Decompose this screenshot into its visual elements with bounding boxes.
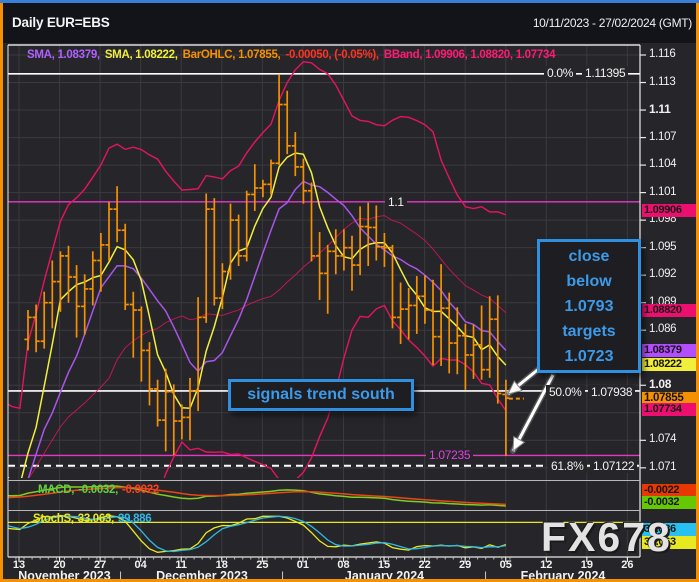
price-badge: 1.08222 [642, 358, 698, 372]
chart-window: Daily EUR=EBS 10/11/2023 - 27/02/2024 (G… [0, 0, 699, 582]
legend-row: SMA, 1.08379, SMA, 1.08222, BarOHLC, 1.078… [27, 49, 560, 61]
window-border-left [0, 3, 3, 582]
price-tick-label: 1.113 [649, 75, 676, 88]
price-tick-label: 1.071 [649, 460, 677, 473]
date-range-label: 10/11/2023 - 27/02/2024 (GMT) [532, 16, 692, 30]
price-tick-label: 1.11 [649, 102, 671, 117]
fib-50-pct-label: 50.0% [546, 385, 585, 399]
indicator-value: -0.0022 [122, 484, 159, 496]
watermark: FX678 [541, 514, 672, 560]
title-bar[interactable]: Daily EUR=EBS 10/11/2023 - 27/02/2024 (G… [3, 3, 696, 43]
price-tick-label: 1.092 [649, 268, 677, 281]
stoch-legend: StochS, 33.063, 39.886 [33, 513, 155, 525]
macd-badge: -0.0032 [642, 496, 698, 509]
legend-item: BBand, 1.09906, 1.08820, 1.07734 [383, 49, 556, 61]
price-tick-label: 1.116 [649, 48, 676, 60]
price-tick-label: 1.101 [649, 185, 677, 198]
annotation-line: 1.0793 [564, 298, 614, 315]
price-tick-label: 1.086 [649, 323, 677, 336]
price-badge: 1.09906 [642, 203, 698, 217]
legend-item: SMA, 1.08379, [27, 49, 100, 61]
price-tick-label: 1.107 [649, 130, 677, 143]
price-tick-label: 1.08 [649, 377, 672, 392]
indicator-value: 33.063, [77, 513, 115, 525]
annotation-close-below-target[interactable]: close below 1.0793 targets 1.0723 [537, 239, 641, 373]
indicator-value: -0.0032, [78, 484, 119, 496]
price-tick-label: 1.095 [649, 240, 677, 253]
hline-1-1-label: 1.1 [385, 195, 407, 209]
fib-0-value-label: 1.11395 [582, 66, 629, 80]
price-tick-label: 1.074 [649, 433, 677, 446]
price-badge: 1.08379 [642, 343, 698, 357]
legend-item: -0.00050, (-0.05%), [285, 49, 379, 61]
indicator-value: StochS, [33, 513, 74, 525]
fib-618-value-label: 1.07122 [590, 459, 638, 473]
annotation-trend-south[interactable]: signals trend south [228, 379, 414, 411]
legend-item: BarOHLC, 1.07855, [182, 49, 281, 61]
chart-title: Daily EUR=EBS [12, 15, 110, 30]
indicator-value: MACD, [38, 484, 75, 496]
window-border-top [0, 0, 699, 3]
annotation-line: targets [562, 323, 616, 340]
hline-107235-label: 1.07235 [426, 448, 474, 462]
price-tick-label: 1.104 [649, 158, 677, 171]
indicator-value: 39.886 [118, 513, 152, 525]
price-badge: 1.07734 [642, 403, 698, 417]
fib-50-value-label: 1.07938 [588, 385, 636, 399]
macd-legend: MACD, -0.0032, -0.0022 [38, 484, 163, 496]
macd-badge: -0.0022 [642, 483, 698, 497]
legend-item: SMA, 1.08222, [104, 49, 178, 61]
fib-0-pct-label: 0.0% [544, 66, 577, 80]
price-badge: 1.08820 [642, 303, 698, 317]
annotation-line: below [566, 273, 612, 290]
annotation-line: 1.0723 [564, 348, 614, 365]
fib-618-pct-label: 61.8% [548, 459, 587, 473]
annotation-line: close [568, 248, 610, 265]
